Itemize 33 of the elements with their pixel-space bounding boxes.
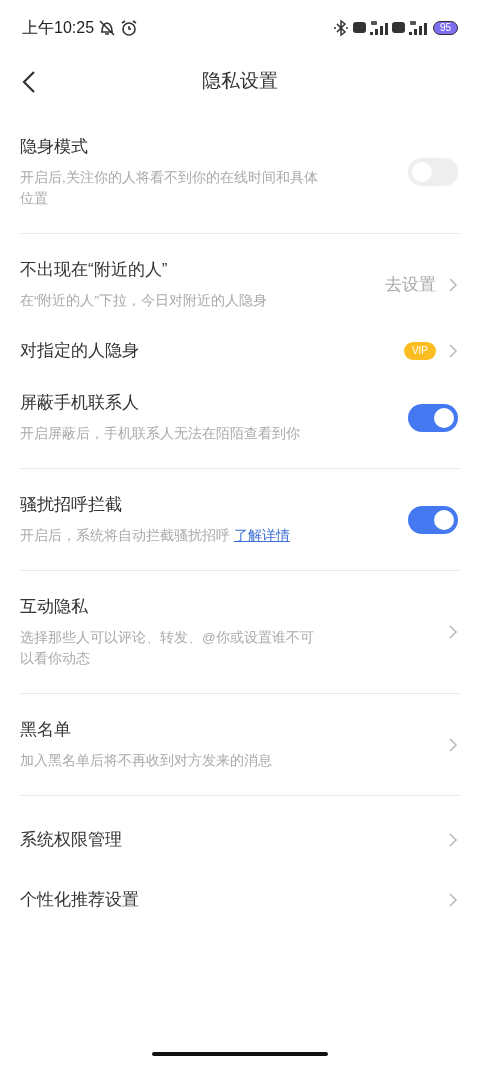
setting-title: 互动隐私 bbox=[20, 596, 89, 618]
setting-title: 不出现在“附近的人” bbox=[20, 259, 169, 281]
setting-title: 个性化推荐设置 bbox=[20, 889, 139, 911]
alarm-icon bbox=[120, 19, 139, 36]
setting-description: 开启后，系统将自动拦截骚扰招呼 了解详情 bbox=[20, 527, 291, 545]
status-time: 上午10:25 bbox=[22, 17, 95, 38]
setting-title: 隐身模式 bbox=[20, 136, 89, 158]
chevron-right-icon bbox=[448, 276, 458, 293]
page-title: 隐私设置 bbox=[202, 68, 278, 93]
signal-icon bbox=[408, 20, 427, 35]
setting-description: 开启屏蔽后，手机联系人无法在陌陌查看到你 bbox=[20, 425, 301, 443]
setting-description: 在“附近的人”下拉，今日对附近的人隐身 bbox=[20, 292, 268, 310]
bell-off-icon bbox=[98, 19, 117, 36]
bluetooth-icon bbox=[332, 19, 349, 36]
setting-description: 加入黑名单后将不再收到对方发来的消息 bbox=[20, 752, 273, 770]
setting-title: 黑名单 bbox=[20, 719, 72, 741]
chevron-right-icon bbox=[448, 892, 458, 908]
signal-icon bbox=[369, 20, 388, 35]
chevron-right-icon bbox=[448, 624, 458, 640]
toggle-switch[interactable] bbox=[408, 403, 458, 432]
chevron-right-icon bbox=[448, 832, 458, 848]
setting-title: 屏蔽手机联系人 bbox=[20, 392, 140, 414]
battery-icon: 95 bbox=[432, 20, 458, 35]
setting-title: 骚扰招呼拦截 bbox=[20, 494, 123, 516]
setting-description: 开启后,关注你的人将看不到你的在线时间和具体位置 bbox=[20, 169, 319, 208]
vip-badge: VIP bbox=[403, 342, 436, 360]
chevron-right-icon bbox=[448, 343, 458, 359]
chevron-right-icon bbox=[448, 736, 458, 753]
setting-title: 对指定的人隐身 bbox=[20, 340, 139, 362]
toggle-switch[interactable] bbox=[408, 505, 458, 534]
learn-more-link[interactable]: 了解详情 bbox=[233, 528, 290, 543]
setting-description: 选择那些人可以评论、转发、@你或设置谁不可以看你动态 bbox=[20, 629, 315, 668]
setting-title: 系统权限管理 bbox=[20, 829, 122, 851]
